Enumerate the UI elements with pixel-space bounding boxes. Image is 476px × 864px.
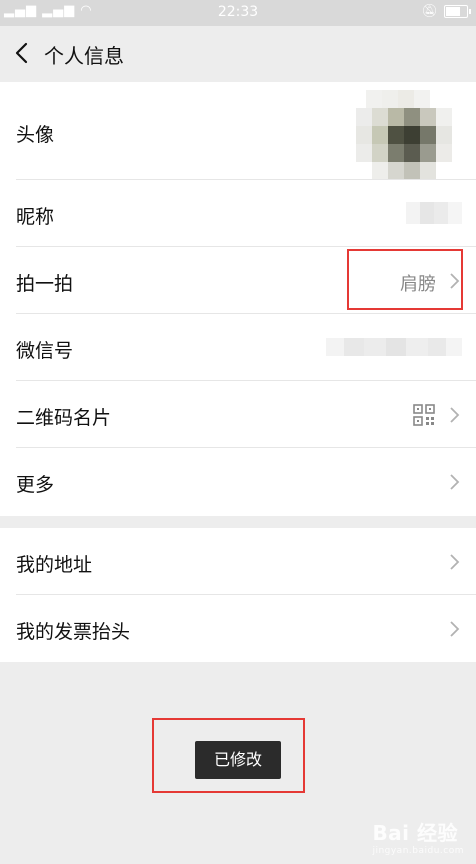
watermark-sub: jingyan.baidu.com — [372, 846, 464, 856]
row-qr-card[interactable]: 二维码名片 — [0, 381, 476, 448]
avatar-image — [356, 88, 460, 180]
chevron-right-icon — [448, 406, 460, 424]
nav-bar: 个人信息 — [0, 26, 476, 82]
row-label: 昵称 — [16, 206, 55, 228]
row-wechat-id[interactable]: 微信号 — [0, 314, 476, 381]
highlight-box-pat — [347, 249, 463, 310]
row-my-address[interactable]: 我的地址 — [0, 528, 476, 595]
chevron-right-icon — [448, 473, 460, 491]
status-icons: 🔕︎ — [421, 4, 471, 19]
watermark-logo: Bai 经验 jingyan.baidu.com — [372, 817, 464, 856]
row-avatar[interactable]: 头像 — [0, 82, 476, 180]
back-arrow-icon — [15, 42, 28, 64]
nickname-blurred — [406, 202, 462, 224]
status-bar: ▂▄▆ ▂▄▆ ◠ 22:33 🔕︎ — [0, 0, 476, 26]
wechat-id-blurred — [326, 338, 462, 356]
row-label: 二维码名片 — [16, 407, 112, 429]
row-label: 微信号 — [16, 340, 74, 362]
row-label: 更多 — [16, 474, 55, 496]
row-label: 我的发票抬头 — [16, 621, 131, 643]
toast-modified: 已修改 — [195, 741, 281, 779]
battery-icon — [444, 5, 471, 18]
row-more[interactable]: 更多 — [0, 448, 476, 516]
chevron-right-icon — [448, 553, 460, 571]
page-title: 个人信息 — [44, 44, 124, 68]
address-group: 我的地址 我的发票抬头 — [0, 528, 476, 662]
avatar[interactable] — [356, 88, 460, 180]
row-label: 头像 — [16, 124, 55, 146]
row-label: 我的地址 — [16, 554, 93, 576]
qr-code-icon — [412, 403, 436, 427]
status-time: 22:33 — [217, 4, 259, 20]
chevron-right-icon — [448, 620, 460, 638]
watermark-text: Bai 经验 — [372, 821, 458, 845]
row-nickname[interactable]: 昵称 — [0, 180, 476, 247]
row-invoice-title[interactable]: 我的发票抬头 — [0, 595, 476, 662]
bell-off-icon: 🔕︎ — [421, 4, 438, 19]
row-label: 拍一拍 — [16, 273, 74, 295]
back-button[interactable] — [10, 38, 38, 68]
